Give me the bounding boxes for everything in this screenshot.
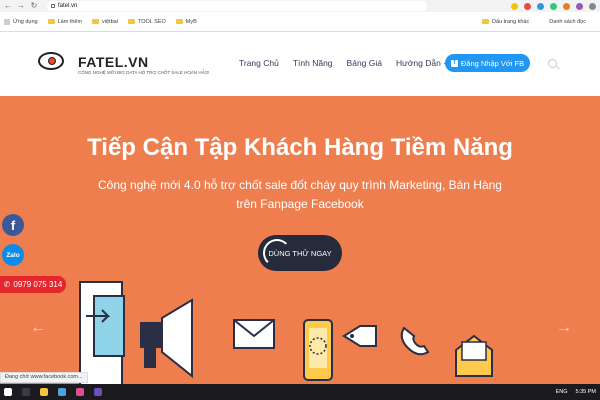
facebook-float-icon[interactable]: f <box>2 214 24 236</box>
extension-icon[interactable] <box>576 2 583 10</box>
hero-title: Tiếp Cận Tập Khách Hàng Tiềm Năng <box>87 134 513 161</box>
menu-home[interactable]: Trang Chủ <box>239 58 279 68</box>
star-icon[interactable] <box>511 2 518 10</box>
back-icon[interactable]: ← <box>4 0 12 12</box>
phone-touch-icon <box>303 319 333 381</box>
phone-icon: ✆ <box>3 280 11 289</box>
envelope-icon <box>233 319 275 349</box>
open-envelope-icon <box>455 334 493 377</box>
folder-icon <box>481 19 489 24</box>
address-url: fatel.vn <box>58 3 78 9</box>
system-tray: ENG 5:35 PM <box>556 389 596 395</box>
extension-icon[interactable] <box>563 2 570 10</box>
logo-tagline: CÔNG NGHỆ MỚI BIG DATA HỖ TRỢ CHỐT SALE … <box>78 70 210 75</box>
folder-icon <box>92 19 100 24</box>
bookmark-label: Ứng dụng <box>13 18 38 25</box>
bookmark-label: Danh sách đọc <box>549 18 586 25</box>
app-icon[interactable] <box>76 388 84 396</box>
search-taskbar-icon[interactable] <box>22 388 30 396</box>
avatar[interactable] <box>589 2 596 10</box>
fb-login-label: Đăng Nhập Với FB <box>460 58 525 68</box>
spinner-icon <box>263 239 291 267</box>
bookmark-folder[interactable]: Làm thêm <box>47 18 83 25</box>
zalo-float-button[interactable]: Zalo <box>2 244 24 266</box>
site-header: FATEL.VN CÔNG NGHỆ MỚI BIG DATA HỖ TRỢ C… <box>0 32 600 96</box>
try-now-button[interactable]: DÙNG THỬ NGAY <box>258 235 342 271</box>
windows-start-icon[interactable] <box>4 388 12 396</box>
bookmark-apps[interactable]: Ứng dụng <box>4 18 38 25</box>
folder-icon <box>47 19 55 24</box>
forward-icon[interactable]: → <box>17 0 25 12</box>
logo-pupil <box>48 57 56 65</box>
browser-toolbar: ← → ↻ fatel.vn <box>0 0 600 12</box>
bookmark-other[interactable]: Dấu trang khác <box>481 18 530 25</box>
reading-list[interactable]: Danh sách đọc <box>549 19 586 25</box>
menu-pricing[interactable]: Bảng Giá <box>347 58 382 68</box>
bookmark-label: Làm thêm <box>57 18 83 25</box>
document-icon <box>79 281 125 384</box>
extensions <box>511 2 596 10</box>
bookmark-folder[interactable]: TOOL SEO <box>127 18 166 25</box>
hotline-button[interactable]: ✆ 0979 075 314 <box>0 276 66 293</box>
hotline-number: 0979 075 314 <box>13 280 63 289</box>
reload-icon[interactable]: ↻ <box>30 0 38 12</box>
facebook-icon: f <box>450 59 458 67</box>
lock-icon <box>51 4 55 8</box>
app-icon[interactable] <box>94 388 102 396</box>
bookmark-label: Dấu trang khác <box>491 18 530 25</box>
menu-features[interactable]: Tính Năng <box>293 58 333 68</box>
apps-grid-icon <box>4 18 10 25</box>
hero-subtitle: Công nghệ mới 4.0 hỗ trợ chốt sale đốt c… <box>98 178 502 192</box>
taskbar: ENG 5:35 PM <box>0 384 600 400</box>
extension-icon[interactable] <box>537 2 544 10</box>
bookmark-folder[interactable]: việtbai <box>92 19 118 25</box>
bookmark-folder[interactable]: MyB <box>175 18 197 25</box>
hero-subtitle: trên Fanpage Facebook <box>236 197 364 211</box>
file-explorer-icon[interactable] <box>40 388 48 396</box>
address-bar[interactable]: fatel.vn <box>47 1 427 11</box>
bookmarks-bar: Ứng dụng Làm thêm việtbai TOOL SEO MyB D… <box>0 12 600 32</box>
extension-icon[interactable] <box>550 2 557 10</box>
prev-slide-icon[interactable]: ← <box>30 320 46 336</box>
hero-banner: Tiếp Cận Tập Khách Hàng Tiềm Năng Công n… <box>0 96 600 384</box>
language-indicator[interactable]: ENG <box>556 389 568 395</box>
clock[interactable]: 5:35 PM <box>576 389 596 395</box>
extension-icon[interactable] <box>524 2 531 10</box>
menu-guide[interactable]: Hướng Dẫn · <box>396 58 446 68</box>
chrome-icon[interactable] <box>58 388 66 396</box>
search-icon[interactable] <box>548 59 557 68</box>
logo-text[interactable]: FATEL.VN <box>78 54 149 70</box>
phone-call-icon <box>400 326 430 356</box>
main-menu: Trang Chủ Tính Năng Bảng Giá Hướng Dẫn · <box>239 58 446 68</box>
fb-login-button[interactable]: f Đăng Nhập Với FB <box>445 54 530 72</box>
bookmark-label: việtbai <box>102 18 118 25</box>
bookmark-label: TOOL SEO <box>137 18 166 25</box>
next-slide-icon[interactable]: → <box>556 320 572 336</box>
browser-status: Đang chờ www.facebook.com... <box>0 372 88 383</box>
folder-icon <box>175 19 183 24</box>
logo-eye-icon[interactable] <box>38 52 64 70</box>
tag-icon <box>342 325 377 347</box>
folder-icon <box>127 19 135 24</box>
megaphone-icon <box>140 298 193 379</box>
bookmark-label: MyB <box>185 18 197 25</box>
